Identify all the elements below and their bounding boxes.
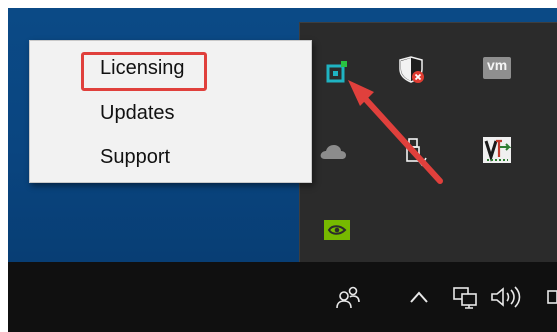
veeam-icon[interactable] <box>480 133 514 167</box>
onedrive-icon[interactable] <box>317 135 351 169</box>
menu-item-support[interactable]: Support <box>100 145 170 169</box>
people-icon[interactable] <box>330 262 366 332</box>
screen: vm Licensing Updates Support <box>8 8 557 332</box>
nvidia-icon[interactable] <box>320 213 354 247</box>
app-tray-icon[interactable] <box>320 55 354 89</box>
vmware-icon[interactable]: vm <box>480 51 514 85</box>
windows-defender-icon[interactable] <box>394 53 428 87</box>
taskbar <box>8 262 557 332</box>
licensing-highlight-box <box>81 52 207 91</box>
tray-overflow-flyout: vm <box>299 22 557 263</box>
volume-icon[interactable] <box>486 262 526 332</box>
chevron-up-icon[interactable] <box>404 262 434 332</box>
usb-eject-icon[interactable] <box>396 135 430 169</box>
notification-edge-icon[interactable] <box>546 262 557 332</box>
menu-item-updates[interactable]: Updates <box>100 101 175 125</box>
network-icon[interactable] <box>448 262 482 332</box>
vmware-badge-text: vm <box>487 57 508 73</box>
tray-context-menu: Licensing Updates Support <box>29 40 312 183</box>
